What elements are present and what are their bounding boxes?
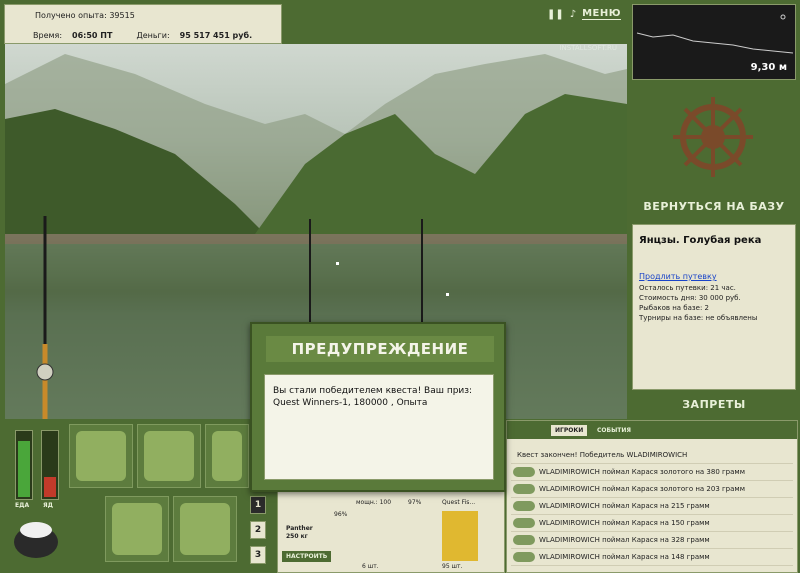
depth-value: 9,30 м: [750, 62, 787, 73]
rod-slot-1-button[interactable]: 1: [250, 496, 266, 514]
reel-power: мощн.: 100: [356, 499, 392, 506]
watermark: INSTALLSOFT.RU: [559, 44, 617, 52]
tournaments-status: Турниры на базе: не объявлены: [639, 314, 758, 322]
poison-level-fill: [44, 477, 56, 497]
food-label: ЕДА: [15, 502, 30, 509]
money-value: 95 517 451 руб.: [179, 31, 253, 40]
food-level-fill: [18, 440, 30, 497]
tab-players[interactable]: ИГРОКИ: [551, 425, 588, 436]
bans-button[interactable]: ЗАПРЕТЫ: [628, 398, 800, 411]
top-icons: ❚❚ ♪ МЕНЮ: [547, 8, 621, 20]
events-tabs: ИГРОКИ СОБЫТИЯ: [507, 421, 797, 439]
experience-value: 39515: [109, 11, 135, 20]
configure-button[interactable]: НАСТРОИТЬ: [282, 551, 332, 562]
ticket-left: Осталось путевки: 21 час.: [639, 284, 736, 292]
time-label: Время:: [33, 31, 63, 40]
location-info: Янцзы. Голубая река Продлить путевку Ост…: [632, 224, 796, 390]
event-item: Квест закончен! Победитель WLADIMIROWICH: [511, 447, 793, 464]
pause-icon[interactable]: ❚❚: [547, 9, 564, 20]
rod-load: 250 кг: [286, 533, 308, 540]
time-money-row: Время: 06:50 ПТ Деньги: 95 517 451 руб.: [33, 31, 252, 40]
event-text: WLADIMIROWICH поймал Карася золотого на …: [539, 468, 745, 476]
bag-slot[interactable]: [69, 424, 133, 488]
sack-slot[interactable]: [137, 424, 201, 488]
bucket-slot[interactable]: [173, 496, 237, 562]
hook-count: 6 шт.: [362, 563, 379, 570]
event-item: WLADIMIROWICH поймал Карася на 150 грамм: [511, 515, 793, 532]
cauldron-icon[interactable]: [11, 514, 61, 564]
event-item: WLADIMIROWICH поймал Карася золотого на …: [511, 481, 793, 498]
sack-icon: [144, 431, 194, 481]
experience-label: Получено опыта:: [35, 11, 107, 20]
map-icon: [212, 431, 242, 481]
experience-row: Получено опыта: 39515: [35, 11, 135, 20]
depth-map: 9,30 м: [632, 4, 796, 80]
bait-name: Quest Fis...: [442, 499, 476, 506]
top-menu-bar: ❚❚ ♪ МЕНЮ: [282, 0, 627, 32]
basket-icon: [112, 503, 162, 555]
rod-name: Panther: [286, 525, 313, 532]
warning-dialog[interactable]: ПРЕДУПРЕЖДЕНИЕ Вы стали победителем квес…: [250, 322, 506, 492]
event-item: WLADIMIROWICH поймал Карася на 328 грамм: [511, 532, 793, 549]
fish-icon: [513, 467, 535, 477]
extend-ticket-link[interactable]: Продлить путевку: [639, 272, 789, 281]
event-text: WLADIMIROWICH поймал Карася золотого на …: [539, 485, 745, 493]
event-item: WLADIMIROWICH поймал Карася на 148 грамм: [511, 549, 793, 566]
rod-slot-3-button[interactable]: 3: [250, 546, 266, 564]
return-to-base-button[interactable]: ВЕРНУТЬСЯ НА БАЗУ: [628, 200, 800, 213]
dialog-message: Вы стали победителем квеста! Ваш приз: Q…: [264, 374, 494, 480]
food-gauge: [15, 430, 33, 500]
bait-pack-icon[interactable]: [442, 511, 478, 561]
fish-icon: [513, 518, 535, 528]
location-title: Янцзы. Голубая река: [639, 235, 762, 246]
events-panel: ИГРОКИ СОБЫТИЯ Квест закончен! Победител…: [506, 420, 798, 573]
tab-events[interactable]: СОБЫТИЯ: [593, 425, 635, 436]
reel-condition: 97%: [408, 499, 422, 506]
day-cost: Стоимость дня: 30 000 руб.: [639, 294, 741, 302]
poison-gauge: [41, 430, 59, 500]
sound-icon[interactable]: ♪: [570, 9, 576, 20]
fishers-on-base: Рыбаков на базе: 2: [639, 304, 709, 312]
bag-icon: [76, 431, 126, 481]
time-value: 06:50 ПТ: [72, 31, 113, 40]
event-item: WLADIMIROWICH поймал Карася золотого на …: [511, 464, 793, 481]
map-slot[interactable]: [205, 424, 249, 488]
fish-icon: [513, 535, 535, 545]
event-item: WLADIMIROWICH поймал Карася на 215 грамм: [511, 498, 793, 515]
dialog-title: ПРЕДУПРЕЖДЕНИЕ: [266, 336, 494, 362]
fish-icon: [513, 484, 535, 494]
basket-slot[interactable]: [105, 496, 169, 562]
event-text: WLADIMIROWICH поймал Карася на 148 грамм: [539, 553, 710, 561]
money-label: Деньги:: [136, 31, 170, 40]
player-stats-panel: Получено опыта: 39515 Время: 06:50 ПТ Де…: [4, 4, 282, 44]
bucket-icon: [180, 503, 230, 555]
event-text: Квест закончен! Победитель WLADIMIROWICH: [517, 451, 688, 459]
event-text: WLADIMIROWICH поймал Карася на 328 грамм: [539, 536, 710, 544]
event-text: WLADIMIROWICH поймал Карася на 215 грамм: [539, 502, 710, 510]
bait-count: 95 шт.: [442, 563, 463, 570]
ship-wheel-icon[interactable]: [668, 92, 758, 182]
rod-slot-2-button[interactable]: 2: [250, 521, 266, 539]
game-window: INSTALLSOFT.RU Получено опыта: 39515 Вре…: [0, 0, 800, 573]
events-list: Квест закончен! Победитель WLADIMIROWICH…: [511, 447, 793, 566]
fish-icon: [513, 552, 535, 562]
menu-button[interactable]: МЕНЮ: [582, 8, 621, 20]
rod-condition: 96%: [334, 511, 348, 518]
fish-icon: [513, 501, 535, 511]
poison-label: ЯД: [43, 502, 53, 509]
event-text: WLADIMIROWICH поймал Карася на 150 грамм: [539, 519, 710, 527]
